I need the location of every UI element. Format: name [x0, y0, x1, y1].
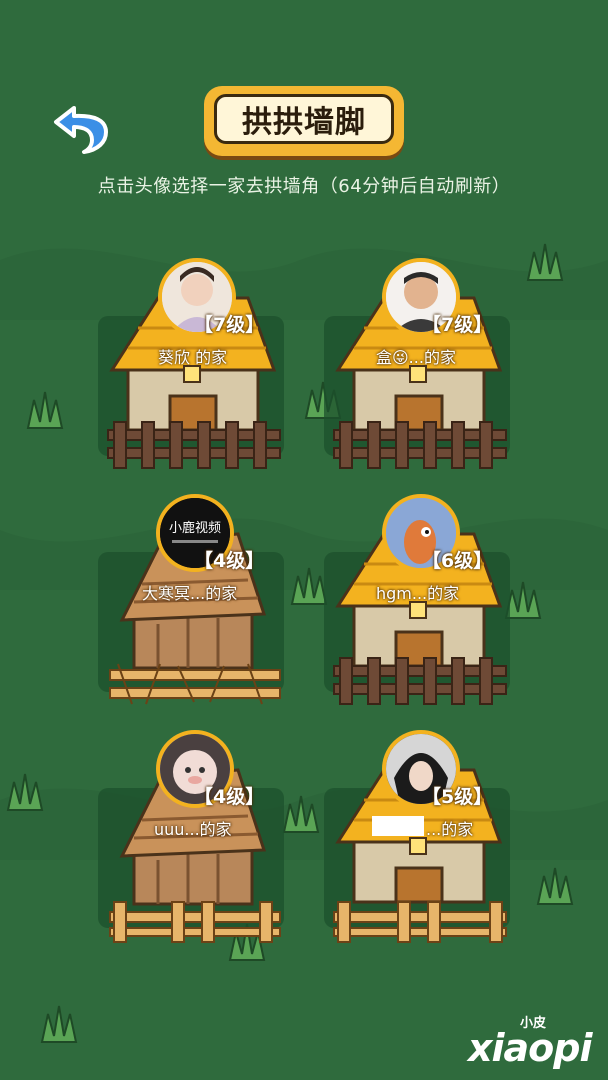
grass-tuft — [536, 867, 574, 905]
house-card[interactable]: 【5级】 ...的家 — [324, 730, 514, 950]
avatar-logo-text: 小鹿视频 — [169, 520, 221, 536]
undo-arrow-icon[interactable] — [52, 100, 110, 156]
house-card[interactable]: 【7级】 葵欣 的家 — [98, 258, 288, 478]
title-plate: 拱拱墙脚 — [204, 86, 404, 156]
subtitle: 点击头像选择一家去拱墙角（64分钟后自动刷新） — [97, 176, 511, 197]
house-owner-name: 葵欣 的家 — [158, 348, 228, 367]
background-wave — [0, 248, 608, 320]
level-badge: 【7级】 — [422, 314, 493, 336]
house-card[interactable]: 小鹿视频 【4级】 大寒冥...的家 — [98, 494, 288, 714]
house-owner-name: hgm...的家 — [376, 584, 460, 603]
level-badge: 【6级】 — [422, 550, 493, 572]
house-card[interactable]: 【6级】 hgm...的家 — [324, 494, 514, 714]
page-title: 拱拱墙脚 — [242, 105, 366, 140]
level-badge: 【7级】 — [194, 314, 265, 336]
house-card[interactable]: 【7级】 盒😜...的家 — [324, 258, 514, 478]
house-owner-name: 大寒冥...的家 — [142, 584, 238, 603]
house-card[interactable]: 【4级】 uuu...的家 — [98, 730, 288, 950]
house-owner-name: ...的家 — [426, 820, 474, 839]
watermark-logo: 小皮 xiaopi — [468, 1016, 593, 1070]
redacted-name-block — [372, 816, 424, 836]
grass-tuft — [40, 1005, 78, 1043]
level-badge: 【5级】 — [422, 786, 493, 808]
level-badge: 【4级】 — [194, 550, 265, 572]
grass-tuft — [26, 391, 64, 429]
level-badge: 【4级】 — [194, 786, 265, 808]
grass-tuft — [526, 243, 564, 281]
house-owner-name: uuu...的家 — [154, 820, 232, 839]
grass-tuft — [6, 773, 44, 811]
house-owner-name: 盒😜...的家 — [376, 348, 456, 367]
